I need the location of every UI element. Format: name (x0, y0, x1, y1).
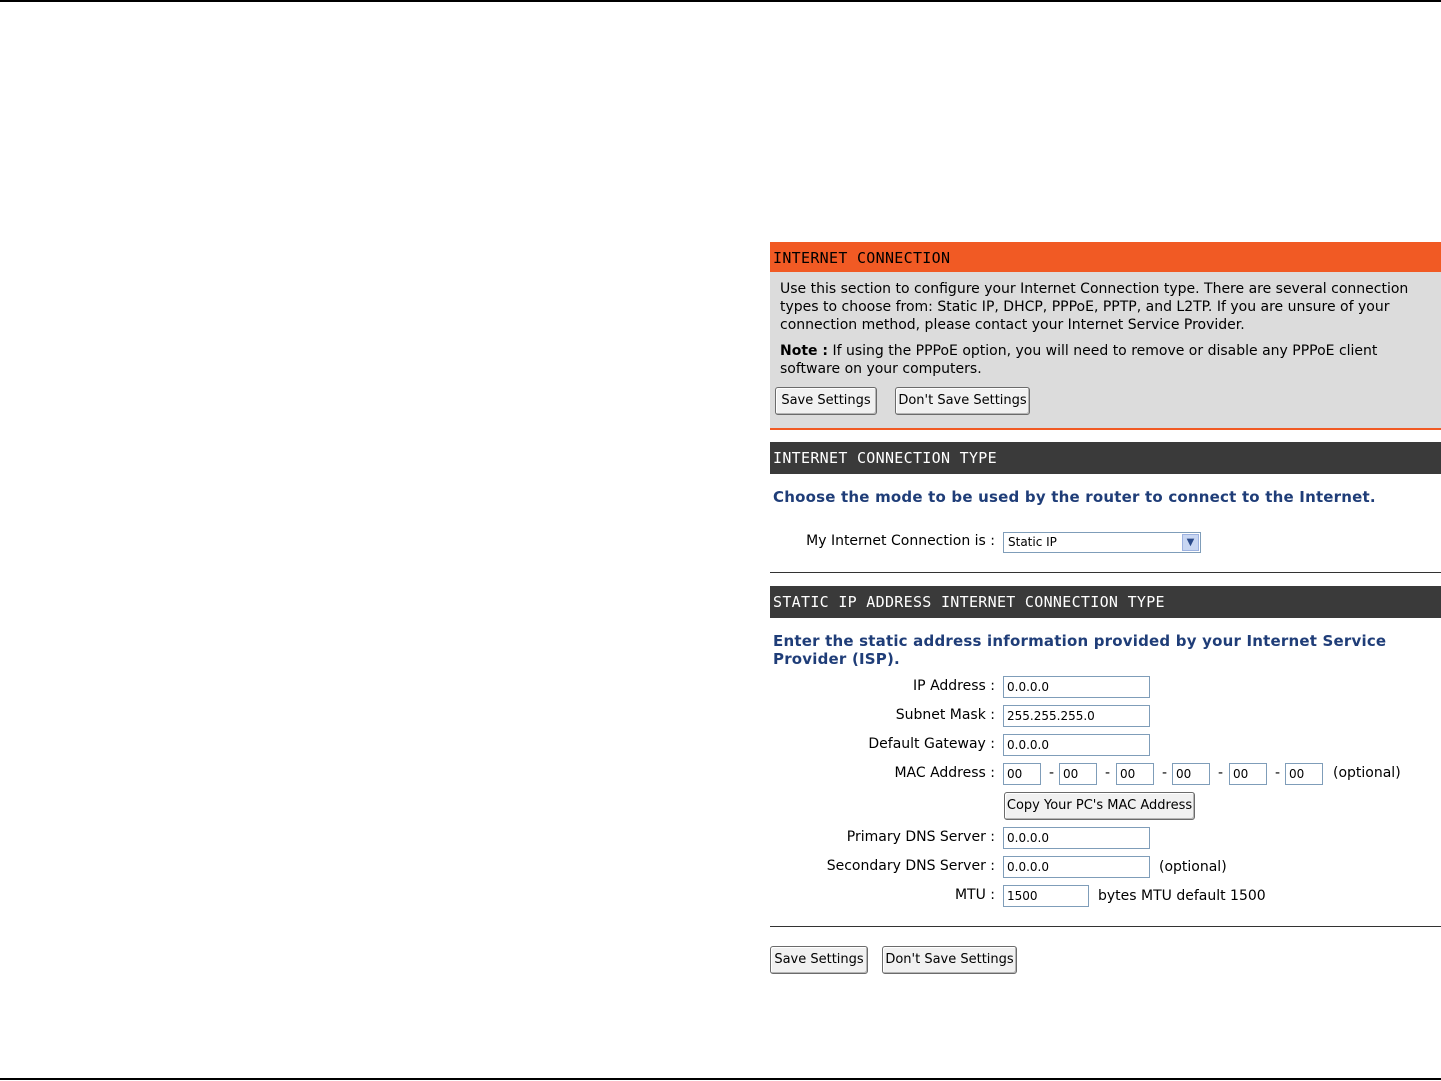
bottom-border (0, 1078, 1441, 1080)
mtu-label: MTU : (954, 887, 995, 903)
ip-address-input[interactable]: 0.0.0.0 (1003, 676, 1150, 698)
divider (770, 572, 1441, 573)
subnet-mask-input[interactable]: 255.255.255.0 (1003, 705, 1150, 727)
save-settings-button-bottom[interactable]: Save Settings (770, 946, 868, 974)
mac-optional-note: (optional) (1333, 765, 1401, 781)
connection-type-select[interactable]: Static IP ▼ (1003, 532, 1201, 553)
mac-octet-1-input[interactable]: 00 (1003, 763, 1041, 785)
internet-connection-box: Use this section to configure your Inter… (770, 272, 1441, 430)
internet-connection-description: Use this section to configure your Inter… (780, 281, 1409, 333)
note-label: Note : (780, 343, 828, 359)
divider (770, 926, 1441, 927)
mac-address-label: MAC Address : (894, 765, 995, 781)
mtu-input[interactable]: 1500 (1003, 885, 1089, 907)
save-settings-button-top[interactable]: Save Settings (775, 387, 877, 415)
mac-octet-5-input[interactable]: 00 (1229, 763, 1267, 785)
mac-octet-4-input[interactable]: 00 (1172, 763, 1210, 785)
connection-type-selected: Static IP (1008, 535, 1057, 549)
dont-save-settings-button-bottom[interactable]: Don't Save Settings (882, 946, 1017, 974)
static-ip-instruction: Enter the static address information pro… (773, 632, 1387, 668)
note-text: If using the PPPoE option, you will need… (780, 343, 1378, 377)
static-ip-header: STATIC IP ADDRESS INTERNET CONNECTION TY… (770, 586, 1441, 618)
internet-setup-panel: INTERNET CONNECTION Use this section to … (770, 242, 1441, 982)
mac-separator: - (1162, 765, 1168, 781)
secondary-dns-input[interactable]: 0.0.0.0 (1003, 856, 1150, 878)
secondary-dns-label: Secondary DNS Server : (826, 858, 995, 874)
primary-dns-input[interactable]: 0.0.0.0 (1003, 827, 1150, 849)
mac-separator: - (1218, 765, 1224, 781)
mac-octet-3-input[interactable]: 00 (1116, 763, 1154, 785)
mac-separator: - (1105, 765, 1111, 781)
connection-type-instruction: Choose the mode to be used by the router… (773, 488, 1376, 506)
primary-dns-label: Primary DNS Server : (846, 829, 995, 845)
top-border (0, 0, 1441, 2)
mac-octet-6-input[interactable]: 00 (1285, 763, 1323, 785)
subnet-mask-label: Subnet Mask : (895, 707, 995, 723)
copy-mac-address-button[interactable]: Copy Your PC's MAC Address (1004, 792, 1195, 820)
note-paragraph: Note : If using the PPPoE option, you wi… (780, 342, 1430, 378)
connection-type-label: My Internet Connection is : (806, 533, 995, 549)
chevron-down-icon[interactable]: ▼ (1182, 534, 1199, 551)
default-gateway-input[interactable]: 0.0.0.0 (1003, 734, 1150, 756)
dont-save-settings-button-top[interactable]: Don't Save Settings (895, 387, 1030, 415)
mac-separator: - (1275, 765, 1281, 781)
ip-address-label: IP Address : (913, 678, 995, 694)
mtu-note: bytes MTU default 1500 (1098, 888, 1266, 904)
internet-connection-type-header: INTERNET CONNECTION TYPE (770, 442, 1441, 474)
mac-separator: - (1049, 765, 1055, 781)
internet-connection-header: INTERNET CONNECTION (770, 242, 1441, 272)
secondary-dns-optional-note: (optional) (1159, 859, 1227, 875)
default-gateway-label: Default Gateway : (868, 736, 995, 752)
mac-octet-2-input[interactable]: 00 (1059, 763, 1097, 785)
